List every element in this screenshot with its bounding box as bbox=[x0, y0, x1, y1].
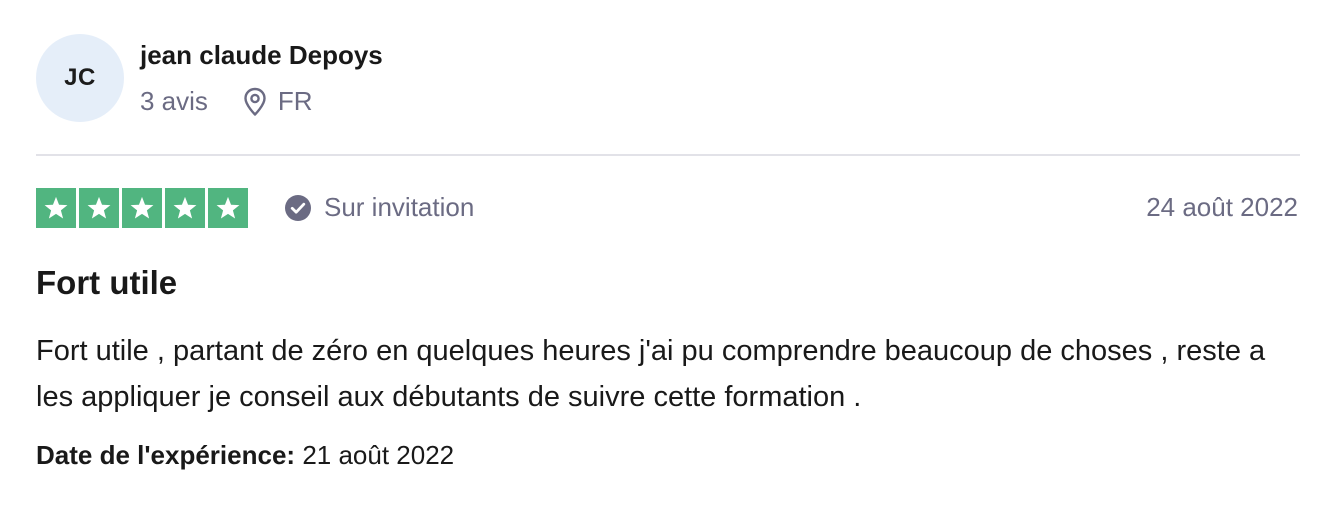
experience-date: Date de l'expérience: 21 août 2022 bbox=[36, 440, 454, 471]
divider bbox=[36, 154, 1300, 156]
experience-date-value: 21 août 2022 bbox=[302, 440, 455, 470]
review-date: 24 août 2022 bbox=[1146, 192, 1298, 222]
review-title[interactable]: Fort utile bbox=[36, 264, 177, 302]
review-body: Fort utile , partant de zéro en quelques… bbox=[36, 335, 1266, 413]
star-icon bbox=[122, 188, 162, 228]
reviewer-country: FR bbox=[277, 86, 313, 116]
verification-text: Sur invitation bbox=[324, 192, 475, 222]
star-rating bbox=[36, 188, 248, 228]
star-icon bbox=[208, 188, 248, 228]
reviewer-meta: 3 avis FR bbox=[140, 86, 313, 117]
star-icon bbox=[36, 188, 76, 228]
star-icon bbox=[165, 188, 205, 228]
check-circle-icon bbox=[284, 194, 312, 222]
verification-label[interactable]: Sur invitation bbox=[284, 192, 474, 223]
location-pin-icon bbox=[242, 87, 268, 117]
experience-date-label: Date de l'expérience: bbox=[36, 440, 296, 470]
star-icon bbox=[79, 188, 119, 228]
reviewer-name[interactable]: jean claude Depoys bbox=[140, 40, 383, 71]
review-count: 3 avis bbox=[140, 86, 208, 116]
avatar-initials: JC bbox=[64, 64, 96, 91]
avatar[interactable]: JC bbox=[36, 34, 124, 122]
review-card: JC jean claude Depoys 3 avis FR Sur invi… bbox=[0, 0, 1336, 506]
